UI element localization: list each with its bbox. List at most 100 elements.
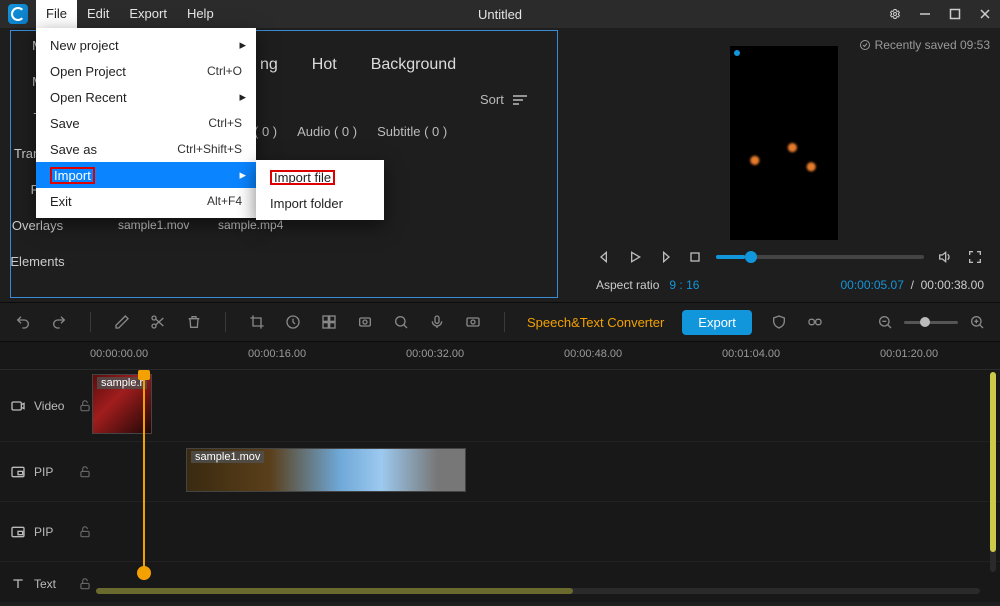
tab-background[interactable]: Background [371, 56, 456, 74]
speed-icon[interactable] [284, 313, 302, 331]
lock-icon[interactable] [78, 577, 92, 591]
playhead[interactable] [143, 370, 145, 580]
crop-icon[interactable] [248, 313, 266, 331]
preview-info-row: Aspect ratio 9 : 16 00:00:05.07 / 00:00:… [580, 278, 1000, 292]
menu-shortcut: Ctrl+O [207, 64, 242, 78]
media-counts: ( 0 ) Audio ( 0 ) Subtitle ( 0 ) [254, 124, 447, 139]
pip-icon [10, 464, 26, 480]
time-total: 00:00:38.00 [921, 278, 984, 292]
submenu-import-file[interactable]: Import file [256, 164, 384, 190]
mosaic-icon[interactable] [320, 313, 338, 331]
seek-bar[interactable] [716, 255, 924, 259]
menu-open-project[interactable]: Open Project Ctrl+O [36, 58, 256, 84]
track-head-pip-2[interactable]: PIP [0, 502, 86, 561]
record-icon[interactable] [464, 313, 482, 331]
next-frame-button[interactable] [656, 248, 674, 266]
menu-label: Exit [50, 194, 72, 209]
count-audio: Audio ( 0 ) [297, 124, 357, 139]
edit-icon[interactable] [113, 313, 131, 331]
clip-pip-1[interactable]: sample1.mov [186, 448, 466, 492]
divider [504, 312, 505, 332]
track-head-pip-1[interactable]: PIP [0, 442, 86, 501]
track-pip-2: PIP [0, 502, 1000, 562]
workspace: M M T Trans Fil Overlays Elements New pr… [0, 28, 1000, 302]
menu-edit[interactable]: Edit [77, 0, 119, 28]
prev-frame-button[interactable] [596, 248, 614, 266]
chevron-right-icon: ▸ [239, 167, 246, 183]
menu-save[interactable]: Save Ctrl+S [36, 110, 256, 136]
ruler-tick: 00:01:04.00 [722, 348, 780, 360]
lock-icon[interactable] [78, 525, 92, 539]
aspect-value[interactable]: 9 : 16 [669, 278, 699, 292]
zoom-out-icon[interactable] [876, 313, 894, 331]
menu-open-recent[interactable]: Open Recent ▸ [36, 84, 256, 110]
track-body-video[interactable]: sample.r [92, 370, 1000, 441]
menu-label: Save [50, 116, 80, 131]
play-button[interactable] [626, 248, 644, 266]
file-menu-dropdown: New project ▸ Open Project Ctrl+O Open R… [36, 28, 256, 218]
link-icon[interactable] [806, 313, 824, 331]
volume-icon[interactable] [936, 248, 954, 266]
divider [90, 312, 91, 332]
undo-button[interactable] [14, 313, 32, 331]
maximize-button[interactable] [940, 0, 970, 28]
sort-control[interactable]: Sort [480, 92, 528, 107]
voiceover-icon[interactable] [428, 313, 446, 331]
text-icon [10, 576, 26, 592]
menu-new-project[interactable]: New project ▸ [36, 32, 256, 58]
timeline-v-scrollbar[interactable] [990, 372, 996, 572]
freeze-icon[interactable] [356, 313, 374, 331]
lock-icon[interactable] [78, 399, 92, 413]
minimize-button[interactable] [910, 0, 940, 28]
lock-icon[interactable] [78, 465, 92, 479]
menu-label: Open Project [50, 64, 126, 79]
menu-exit[interactable]: Exit Alt+F4 [36, 188, 256, 214]
count-1: ( 0 ) [254, 124, 277, 139]
menu-file[interactable]: File [36, 0, 77, 28]
saved-text: Recently saved 09:53 [875, 38, 990, 52]
time-current: 00:00:05.07 [841, 278, 904, 292]
speech-text-converter-button[interactable]: Speech&Text Converter [527, 315, 664, 330]
divider [225, 312, 226, 332]
zoom-in-icon[interactable] [968, 313, 986, 331]
side-tab-elements[interactable]: Elements [0, 244, 75, 280]
pip-icon [10, 524, 26, 540]
menu-label: Open Recent [50, 90, 127, 105]
preview-viewport[interactable] [730, 46, 838, 240]
timeline: 00:00:00.00 00:00:16.00 00:00:32.00 00:0… [0, 342, 1000, 602]
zoom-icon[interactable] [392, 313, 410, 331]
delete-icon[interactable] [185, 313, 203, 331]
tab-trending[interactable]: ng [260, 56, 278, 74]
track-label: PIP [34, 525, 53, 539]
aspect-label: Aspect ratio [596, 278, 659, 292]
track-body-text[interactable] [92, 562, 1000, 605]
time-ruler[interactable]: 00:00:00.00 00:00:16.00 00:00:32.00 00:0… [0, 342, 1000, 370]
settings-icon[interactable] [880, 0, 910, 28]
track-head-video[interactable]: Video [0, 370, 86, 441]
fullscreen-icon[interactable] [966, 248, 984, 266]
submenu-label: Import file [270, 170, 335, 185]
track-body-pip-2[interactable] [92, 502, 1000, 561]
sort-label: Sort [480, 92, 504, 107]
menu-help[interactable]: Help [177, 0, 224, 28]
track-body-pip-1[interactable]: sample1.mov [92, 442, 1000, 501]
zoom-slider[interactable] [904, 321, 958, 324]
menu-import[interactable]: Import ▸ [36, 162, 256, 188]
track-head-text[interactable]: Text [0, 562, 86, 605]
transport-controls [580, 248, 1000, 266]
close-button[interactable] [970, 0, 1000, 28]
tab-hot[interactable]: Hot [312, 56, 337, 74]
track-label: Text [34, 577, 56, 591]
submenu-import-folder[interactable]: Import folder [256, 190, 384, 216]
menu-save-as[interactable]: Save as Ctrl+Shift+S [36, 136, 256, 162]
split-icon[interactable] [149, 313, 167, 331]
ruler-tick: 00:00:48.00 [564, 348, 622, 360]
ruler-tick: 00:00:00.00 [90, 348, 148, 360]
redo-button[interactable] [50, 313, 68, 331]
track-label: Video [34, 399, 64, 413]
stop-button[interactable] [686, 248, 704, 266]
menu-export[interactable]: Export [119, 0, 177, 28]
export-button[interactable]: Export [682, 310, 752, 335]
timeline-h-scrollbar[interactable] [96, 588, 980, 594]
shield-icon[interactable] [770, 313, 788, 331]
